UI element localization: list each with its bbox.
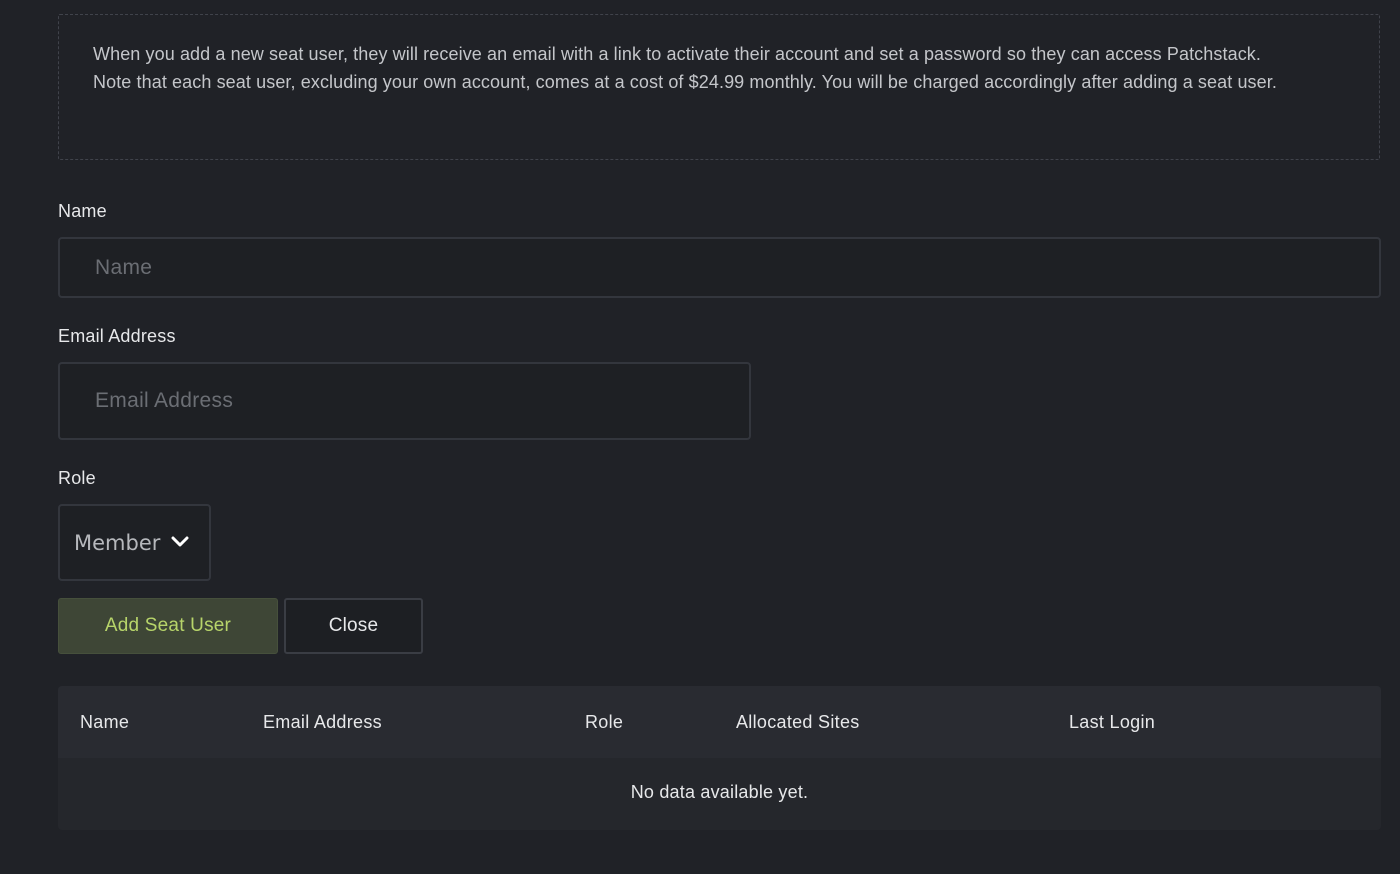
- name-label: Name: [58, 201, 107, 221]
- column-header-name: Name: [80, 712, 130, 732]
- role-label: Role: [58, 468, 96, 488]
- seat-user-notice: When you add a new seat user, they will …: [58, 14, 1380, 160]
- notice-activation-text: When you add a new seat user, they will …: [93, 44, 1261, 64]
- name-input[interactable]: [58, 237, 1381, 298]
- seat-users-table: Name Email Address Role Allocated Sites …: [58, 686, 1381, 830]
- add-seat-user-button[interactable]: Add Seat User: [58, 598, 278, 654]
- role-selected-value: Member: [74, 530, 161, 555]
- email-input[interactable]: [58, 362, 751, 440]
- empty-table-message: No data available yet.: [630, 782, 809, 802]
- table-header: Name Email Address Role Allocated Sites …: [58, 686, 1381, 758]
- close-button[interactable]: Close: [284, 598, 423, 654]
- column-header-last-login: Last Login: [1069, 712, 1156, 732]
- notice-cost-text: Note that each seat user, excluding your…: [93, 71, 1277, 92]
- column-header-role: Role: [585, 712, 624, 732]
- column-header-allocated-sites: Allocated Sites: [736, 712, 860, 732]
- column-header-email: Email Address: [263, 712, 382, 732]
- role-select[interactable]: Member: [58, 504, 211, 581]
- chevron-down-icon: [170, 534, 190, 550]
- email-label: Email Address: [58, 326, 176, 346]
